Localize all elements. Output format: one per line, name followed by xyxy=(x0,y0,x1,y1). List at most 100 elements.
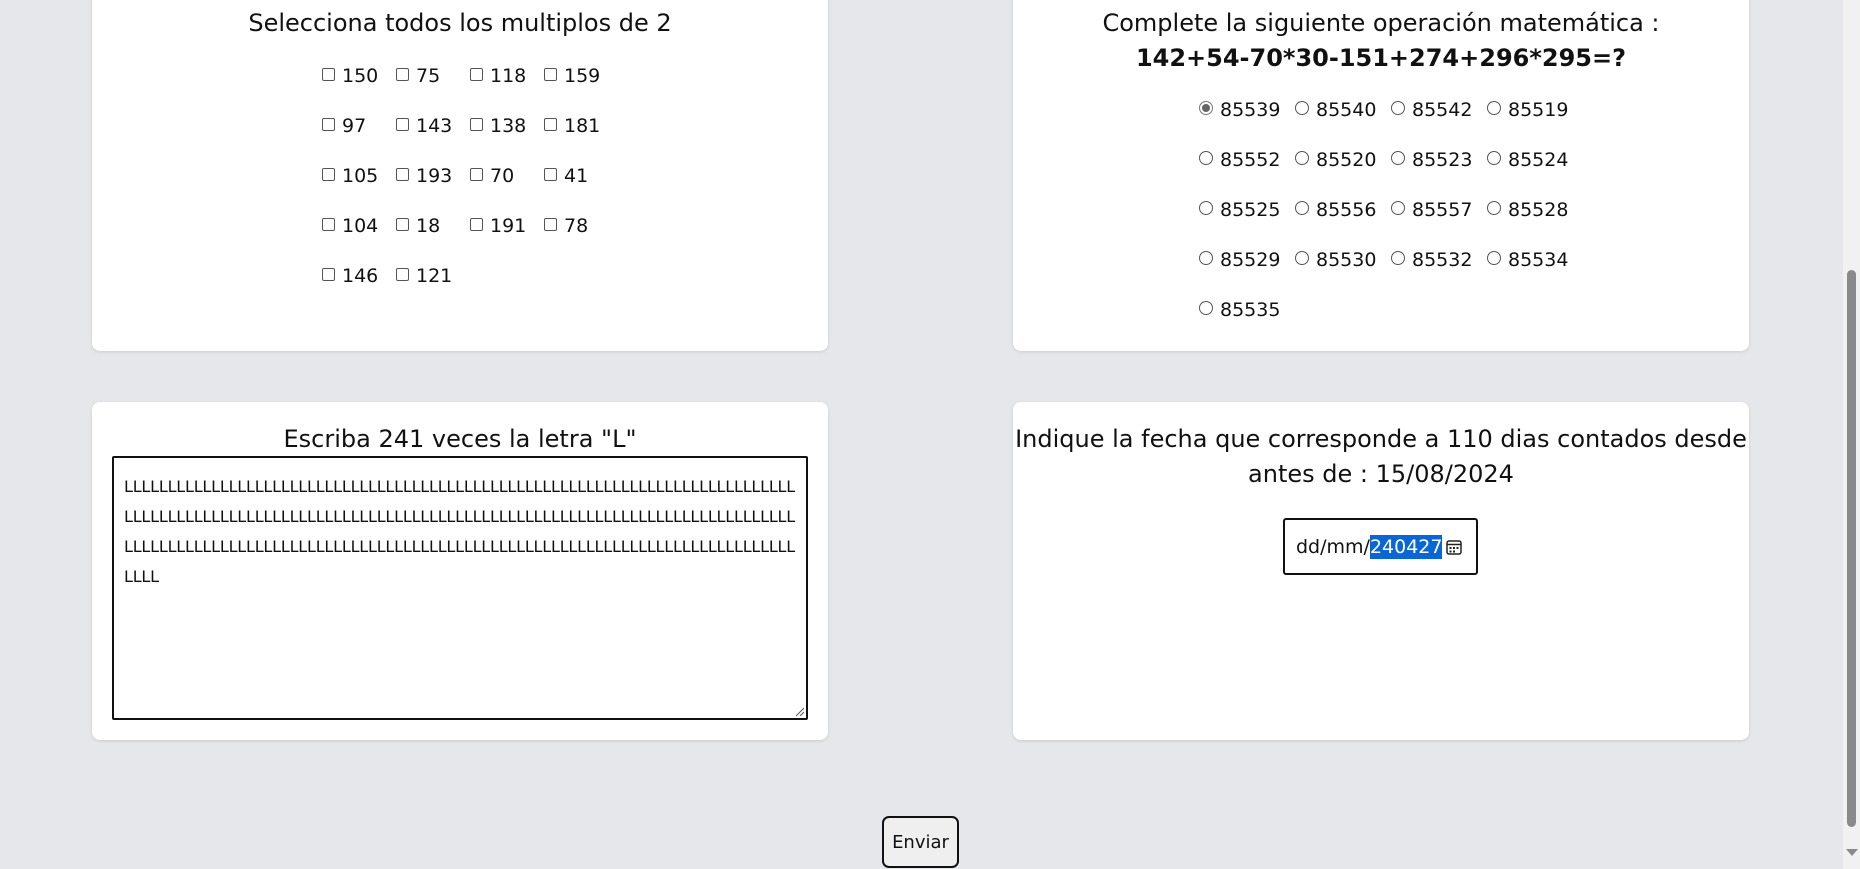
option-label: 85529 xyxy=(1220,249,1281,271)
radio-option[interactable]: 85523 xyxy=(1391,148,1472,172)
option-label: 41 xyxy=(564,165,589,187)
radio-button[interactable] xyxy=(1199,301,1213,315)
radio-button[interactable] xyxy=(1199,151,1213,165)
option-label: 181 xyxy=(564,115,601,137)
page-scrollbar[interactable] xyxy=(1843,0,1860,869)
checkbox-option[interactable]: 70 xyxy=(470,164,514,188)
radio-button[interactable] xyxy=(1487,101,1501,115)
checkbox[interactable] xyxy=(470,167,483,181)
checkbox-option[interactable]: 75 xyxy=(396,64,440,88)
date-input-year-selected: 240427 xyxy=(1369,534,1443,559)
checkbox[interactable] xyxy=(470,117,483,131)
radio-button[interactable] xyxy=(1199,201,1213,215)
option-label: 121 xyxy=(416,265,453,287)
checkbox[interactable] xyxy=(322,67,335,81)
option-label: 97 xyxy=(342,115,367,137)
radio-button[interactable] xyxy=(1487,201,1501,215)
multiples-question-card: Selecciona todos los multiplos de 2 150 7… xyxy=(92,0,828,351)
checkbox[interactable] xyxy=(396,267,409,281)
checkbox-option[interactable]: 191 xyxy=(470,214,526,238)
option-label: 85542 xyxy=(1412,99,1473,121)
radio-button[interactable] xyxy=(1295,101,1309,115)
checkbox-option[interactable]: 78 xyxy=(544,214,588,238)
radio-option[interactable]: 85530 xyxy=(1295,248,1376,272)
checkbox[interactable] xyxy=(544,217,557,231)
math-expression: 142+54-70*30-151+274+296*295=? xyxy=(1135,44,1627,72)
checkbox[interactable] xyxy=(544,167,557,181)
radio-button[interactable] xyxy=(1487,251,1501,265)
radio-button[interactable] xyxy=(1391,151,1405,165)
calendar-icon[interactable] xyxy=(1445,538,1463,556)
resize-grip-icon[interactable] xyxy=(794,706,804,716)
option-label: 150 xyxy=(342,65,379,87)
letters-textarea[interactable]: LLLLLLLLLLLLLLLLLLLLLLLLLLLLLLLLLLLLLLLL… xyxy=(112,456,808,720)
checkbox-option[interactable]: 138 xyxy=(470,114,526,138)
checkbox-option[interactable]: 143 xyxy=(396,114,452,138)
checkbox[interactable] xyxy=(322,217,335,231)
radio-button[interactable] xyxy=(1295,251,1309,265)
date-input-prefix: dd/mm/ xyxy=(1296,535,1370,558)
radio-option[interactable]: 85519 xyxy=(1487,98,1568,122)
checkbox[interactable] xyxy=(396,67,409,81)
checkbox-option[interactable]: 118 xyxy=(470,64,526,88)
checkbox[interactable] xyxy=(396,217,409,231)
radio-button[interactable] xyxy=(1391,251,1405,265)
radio-button[interactable] xyxy=(1199,101,1213,115)
option-label: 85524 xyxy=(1508,149,1569,171)
radio-button[interactable] xyxy=(1391,101,1405,115)
checkbox-option[interactable]: 18 xyxy=(396,214,440,238)
option-label: 75 xyxy=(416,65,441,87)
radio-option[interactable]: 85534 xyxy=(1487,248,1568,272)
radio-option[interactable]: 85556 xyxy=(1295,198,1376,222)
checkbox[interactable] xyxy=(322,117,335,131)
radio-option[interactable]: 85529 xyxy=(1199,248,1280,272)
math-question-card: Complete la siguiente operación matemáti… xyxy=(1013,0,1749,351)
radio-option[interactable]: 85532 xyxy=(1391,248,1472,272)
radio-option[interactable]: 85525 xyxy=(1199,198,1280,222)
checkbox[interactable] xyxy=(544,67,557,81)
option-label: 85557 xyxy=(1412,199,1473,221)
submit-button[interactable]: Enviar xyxy=(882,816,959,868)
radio-option[interactable]: 85540 xyxy=(1295,98,1376,122)
checkbox[interactable] xyxy=(322,267,335,281)
radio-option[interactable]: 85520 xyxy=(1295,148,1376,172)
radio-option[interactable]: 85535 xyxy=(1199,298,1280,322)
checkbox-option[interactable]: 146 xyxy=(322,264,378,288)
checkbox-option[interactable]: 121 xyxy=(396,264,452,288)
checkbox-option[interactable]: 181 xyxy=(544,114,600,138)
checkbox-option[interactable]: 159 xyxy=(544,64,600,88)
scrollbar-thumb[interactable] xyxy=(1847,270,1856,827)
checkbox[interactable] xyxy=(322,167,335,181)
radio-option[interactable]: 85539 xyxy=(1199,98,1280,122)
date-question-title-line2: antes de : 15/08/2024 xyxy=(1248,460,1514,488)
radio-option[interactable]: 85528 xyxy=(1487,198,1568,222)
checkbox-option[interactable]: 97 xyxy=(322,114,366,138)
date-input[interactable]: dd/mm/240427 xyxy=(1283,518,1478,575)
checkbox[interactable] xyxy=(396,117,409,131)
radio-option[interactable]: 85557 xyxy=(1391,198,1472,222)
option-label: 85519 xyxy=(1508,99,1569,121)
option-label: 138 xyxy=(490,115,527,137)
option-label: 118 xyxy=(490,65,527,87)
checkbox-option[interactable]: 105 xyxy=(322,164,378,188)
radio-option[interactable]: 85542 xyxy=(1391,98,1472,122)
checkbox-option[interactable]: 150 xyxy=(322,64,378,88)
radio-option[interactable]: 85552 xyxy=(1199,148,1280,172)
option-label: 85532 xyxy=(1412,249,1473,271)
checkbox[interactable] xyxy=(544,117,557,131)
checkbox[interactable] xyxy=(470,67,483,81)
radio-button[interactable] xyxy=(1487,151,1501,165)
option-label: 85528 xyxy=(1508,199,1569,221)
radio-button[interactable] xyxy=(1391,201,1405,215)
radio-button[interactable] xyxy=(1295,201,1309,215)
option-label: 85520 xyxy=(1316,149,1377,171)
checkbox[interactable] xyxy=(470,217,483,231)
checkbox-option[interactable]: 104 xyxy=(322,214,378,238)
checkbox[interactable] xyxy=(396,167,409,181)
checkbox-option[interactable]: 41 xyxy=(544,164,588,188)
radio-option[interactable]: 85524 xyxy=(1487,148,1568,172)
scroll-down-arrow-icon[interactable] xyxy=(1846,849,1858,856)
checkbox-option[interactable]: 193 xyxy=(396,164,452,188)
radio-button[interactable] xyxy=(1199,251,1213,265)
radio-button[interactable] xyxy=(1295,151,1309,165)
